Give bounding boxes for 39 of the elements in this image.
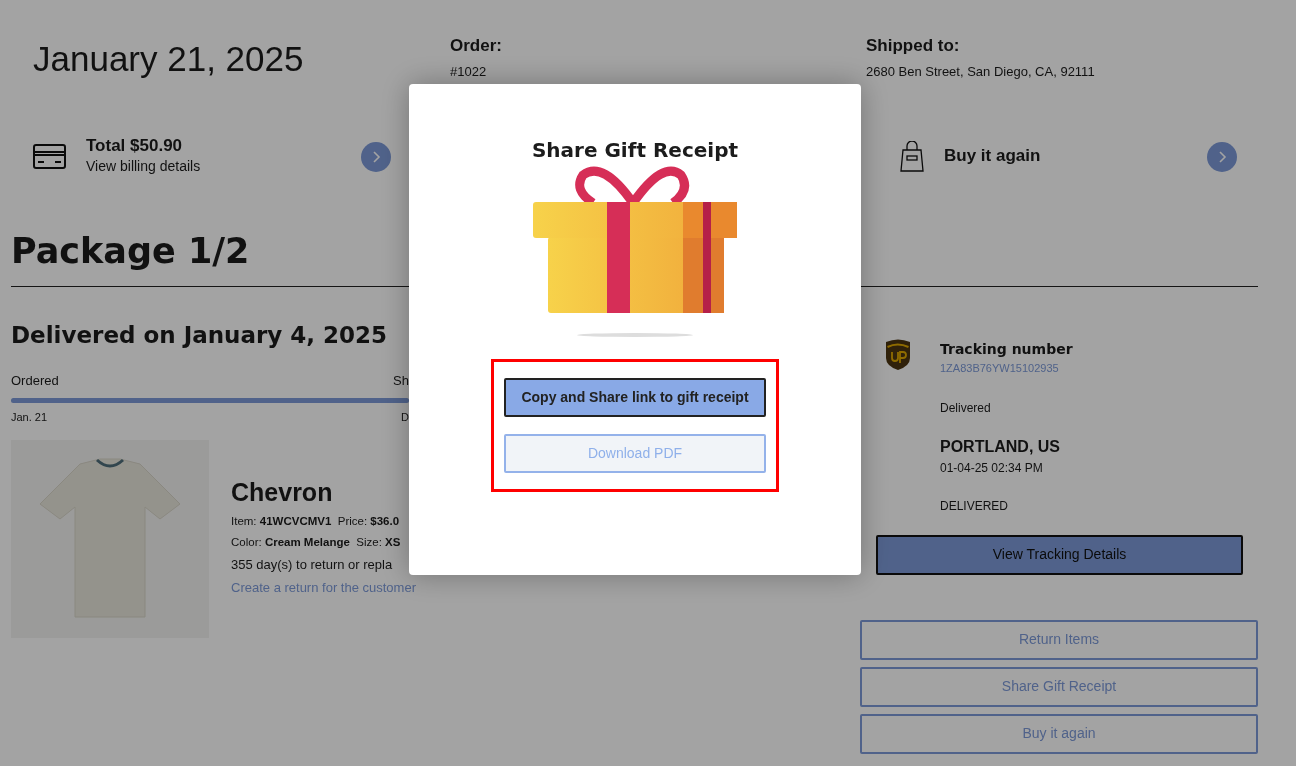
progress-step-date: D: [401, 410, 409, 426]
shopping-bag-icon: [900, 141, 924, 173]
action-button[interactable]: Share Gift Receipt: [860, 666, 1258, 707]
chevron-right-button[interactable]: [1207, 141, 1237, 172]
action-button[interactable]: Return Items: [860, 619, 1258, 660]
package-heading: Package 1/2: [11, 230, 251, 273]
tracking-time: 01-04-25 02:34 PM: [940, 459, 1044, 477]
progress-step-label: Ordered: [11, 371, 59, 390]
dialog-title: Share Gift Receipt: [531, 137, 739, 164]
tracking-number-link[interactable]: 1ZA83B76YW15102935: [940, 360, 1073, 377]
progress-step-date: Jan. 21: [11, 410, 48, 426]
return-window-text: 355 day(s) to return or repla: [231, 556, 394, 575]
order-date: January 21, 2025: [32, 38, 305, 80]
summary-title: Total $50.90: [86, 135, 184, 157]
order-label: Order:: [450, 36, 503, 57]
chevron-right-button[interactable]: [361, 141, 391, 172]
tracking-location: PORTLAND, US: [940, 436, 1061, 457]
shipped-to-label: Shipped to:: [866, 36, 961, 57]
order-number: #1022: [450, 63, 488, 82]
shield-logo-icon: [884, 339, 912, 372]
tracking-number-label: Tracking number: [940, 340, 1073, 360]
product-name: Chevron: [231, 476, 334, 507]
download-pdf-button[interactable]: Download PDF: [504, 434, 766, 473]
credit-card-icon: [33, 144, 66, 170]
shipping-address: 2680 Ben Street, San Diego, CA, 92111: [866, 63, 1096, 82]
progress-step-label: Sh: [393, 371, 409, 390]
delivery-heading: Delivered on January 4, 2025: [11, 322, 389, 350]
action-button[interactable]: Buy it again: [860, 713, 1258, 754]
product-details: Color: Cream Melange Size: XS: [231, 535, 402, 551]
view-tracking-button[interactable]: View Tracking Details: [876, 534, 1243, 575]
chevron-right-icon: [1217, 149, 1227, 164]
tracking-event: DELIVERED: [940, 497, 1010, 515]
copy-link-button[interactable]: Copy and Share link to gift receipt: [504, 378, 766, 417]
summary-title: Buy it again: [944, 146, 1041, 167]
product-details: Item: 41WCVCMV1 Price: $36.0: [231, 513, 401, 529]
create-return-link[interactable]: Create a return for the customer: [231, 579, 416, 595]
billing-details-text: View billing details: [86, 157, 201, 177]
tracking-status: Delivered: [940, 399, 992, 417]
chevron-right-icon: [371, 149, 381, 164]
